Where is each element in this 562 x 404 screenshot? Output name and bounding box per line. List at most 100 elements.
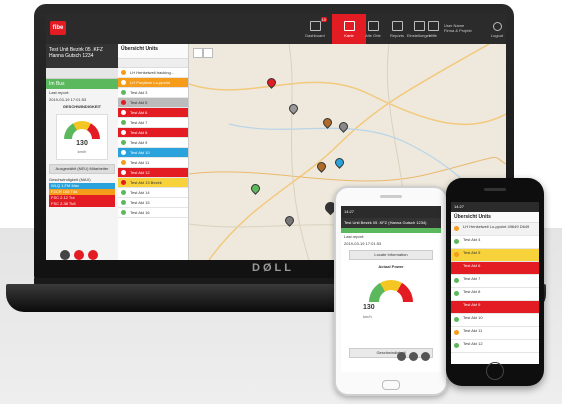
status-dot-icon (454, 278, 459, 283)
list-item-label: Test Akt 3 (130, 90, 148, 95)
list-item-label: Test Akt 5 (130, 100, 148, 105)
app-header: fibe 10 Dashboard Karte Alle Orte Report… (46, 14, 506, 44)
list-item[interactable]: LH Purpleon Lo-ppoint (118, 78, 188, 88)
list-item-label: LH Purpleon Lo-ppoint (130, 80, 171, 85)
list-item-label: Test Akt 8 (130, 130, 148, 135)
vehicle-header: Test Unit Bezirk 05 .KFZ Hanna Gutsch 12… (46, 44, 118, 68)
help-icon (427, 21, 439, 31)
list-item[interactable]: Test Akt 6 (451, 262, 539, 275)
app-logo[interactable]: fibe (50, 21, 66, 35)
gauge-title: Actual Power (378, 264, 404, 269)
list-item-label: Test Akt 7 (463, 276, 481, 281)
list-item-label: Test Akt 11 (130, 160, 150, 165)
speaker (484, 188, 506, 191)
home-button[interactable] (486, 362, 504, 380)
route-button[interactable] (60, 250, 70, 260)
stop-button[interactable] (421, 352, 430, 361)
list-item[interactable]: Test Akt 8 (118, 128, 188, 138)
list-item[interactable]: Test Akt 5 (118, 98, 188, 108)
gauge-unit: km/h (363, 314, 372, 319)
list-item[interactable]: LH Henkelweil tracking... (118, 68, 188, 78)
color-row[interactable]: FSC 2.38 Tk8 (49, 201, 115, 207)
list-item[interactable]: Test Akt 16 (118, 208, 188, 218)
list-item[interactable]: Test Akt 7 (451, 275, 539, 288)
list-item[interactable]: Test Akt 12 (118, 168, 188, 178)
list-item-label: Test Akt 15 (130, 200, 150, 205)
alert-button[interactable] (74, 250, 84, 260)
stop-button[interactable] (88, 250, 98, 260)
list-item-label: Test Akt 10 (463, 315, 483, 320)
gauge-title: GESCHWINDIGKEIT (62, 104, 102, 109)
list-item-label: Test Akt 6 (130, 110, 148, 115)
list-item-label: Test Akt 14 (130, 190, 150, 195)
status-dot-icon (121, 170, 126, 175)
status-dot-icon (454, 226, 459, 231)
list-toolbar[interactable] (118, 59, 188, 68)
list-item-label: Test Akt 6 (463, 263, 481, 268)
unit-list: LH Henkelweil Lo-ppoint 49649 D649 Test A… (451, 223, 539, 353)
list-item[interactable]: Test Akt 8 (451, 288, 539, 301)
status-dot-icon (121, 130, 126, 135)
vehicle-title: Test Unit Bezirk 05 .KFZ (Hanna Gutsch 1… (341, 218, 441, 228)
nav-dashboard[interactable]: 10 Dashboard (298, 14, 332, 44)
list-item-label: Test Akt 9 (463, 302, 481, 307)
list-item[interactable]: Test Akt 9 (451, 301, 539, 314)
list-item[interactable]: Test Akt 6 (118, 108, 188, 118)
list-item[interactable]: Test Akt 11 (451, 327, 539, 340)
list-item[interactable]: Test Akt 7 (118, 118, 188, 128)
list-item[interactable]: Test Akt 5 (451, 249, 539, 262)
gauge-value: 130 (76, 140, 88, 147)
list-item[interactable]: Test Akt 14 (118, 188, 188, 198)
status-bar: 14:27 (451, 202, 539, 212)
route-button[interactable] (397, 352, 406, 361)
list-item-label: Test Akt 4 (463, 237, 481, 242)
list-item[interactable]: Test Akt 10 (118, 148, 188, 158)
list-item[interactable]: Test Akt 4 (451, 236, 539, 249)
status-bar: Im Bus (46, 79, 118, 89)
status-dot-icon (121, 150, 126, 155)
vehicle-toolbar[interactable] (46, 68, 118, 79)
select-employee-button[interactable]: Ausgewählt (NEU) Mitarbeiter (49, 164, 115, 174)
list-item-label: Test Akt 12 (463, 341, 483, 346)
last-report-value: 2019-03-19 17:01:53 (49, 97, 87, 102)
list-item-label: Test Akt 7 (130, 120, 148, 125)
dashboard-icon (309, 21, 321, 31)
speed-gauge: 130 km/h (56, 114, 108, 160)
status-bar: 14:27 (341, 206, 441, 218)
speaker (380, 195, 402, 198)
laptop-brand-logo: DØLL (252, 262, 294, 274)
status-dot-icon (454, 317, 459, 322)
list-item-label: LH Henkelweil Lo-ppoint 49649 D649 (463, 224, 530, 229)
info-line: Geschwindigkeit (MAX) (49, 177, 91, 182)
list-item-label: Test Akt 8 (463, 289, 481, 294)
list-item-label: Test Akt 5 (463, 250, 481, 255)
alert-button[interactable] (409, 352, 418, 361)
list-item[interactable]: Test Akt 11 (118, 158, 188, 168)
status-dot-icon (121, 210, 126, 215)
status-dot-icon (121, 120, 126, 125)
list-item[interactable]: Test Akt 9 (118, 138, 188, 148)
black-phone-screen: 14:27 Übersicht Units LH Henkelweil Lo-p… (451, 202, 539, 364)
status-dot-icon (121, 90, 126, 95)
list-item[interactable]: Test Akt 12 (451, 340, 539, 353)
status-dot-icon (121, 80, 126, 85)
list-item[interactable]: Test Akt 3 (118, 88, 188, 98)
logout-button[interactable]: Logout (488, 14, 506, 44)
list-item[interactable]: LH Henkelweil Lo-ppoint 49649 D649 (451, 223, 539, 236)
list-item-label: Test Akt 11 (463, 328, 483, 333)
map-layers-button[interactable] (193, 48, 203, 58)
list-item[interactable]: Test Akt 10 (451, 314, 539, 327)
gauge-unit: km/h (77, 149, 87, 154)
status-dot-icon (121, 160, 126, 165)
status-dot-icon (454, 239, 459, 244)
user-menu[interactable]: User Name Firma & Projekt (444, 14, 488, 44)
nav-help[interactable]: Hilfe (422, 14, 444, 44)
locate-button[interactable]: Locate Information (349, 250, 433, 260)
status-dot-icon (454, 265, 459, 270)
list-item[interactable]: Test Akt 13 Bezirk (118, 178, 188, 188)
map-zoom-button[interactable] (203, 48, 213, 58)
white-smartphone: 14:27 Test Unit Bezirk 05 .KFZ (Hanna Gu… (334, 186, 448, 396)
status-dot-icon (454, 343, 459, 348)
home-button[interactable] (382, 380, 400, 390)
list-item[interactable]: Test Akt 15 (118, 198, 188, 208)
